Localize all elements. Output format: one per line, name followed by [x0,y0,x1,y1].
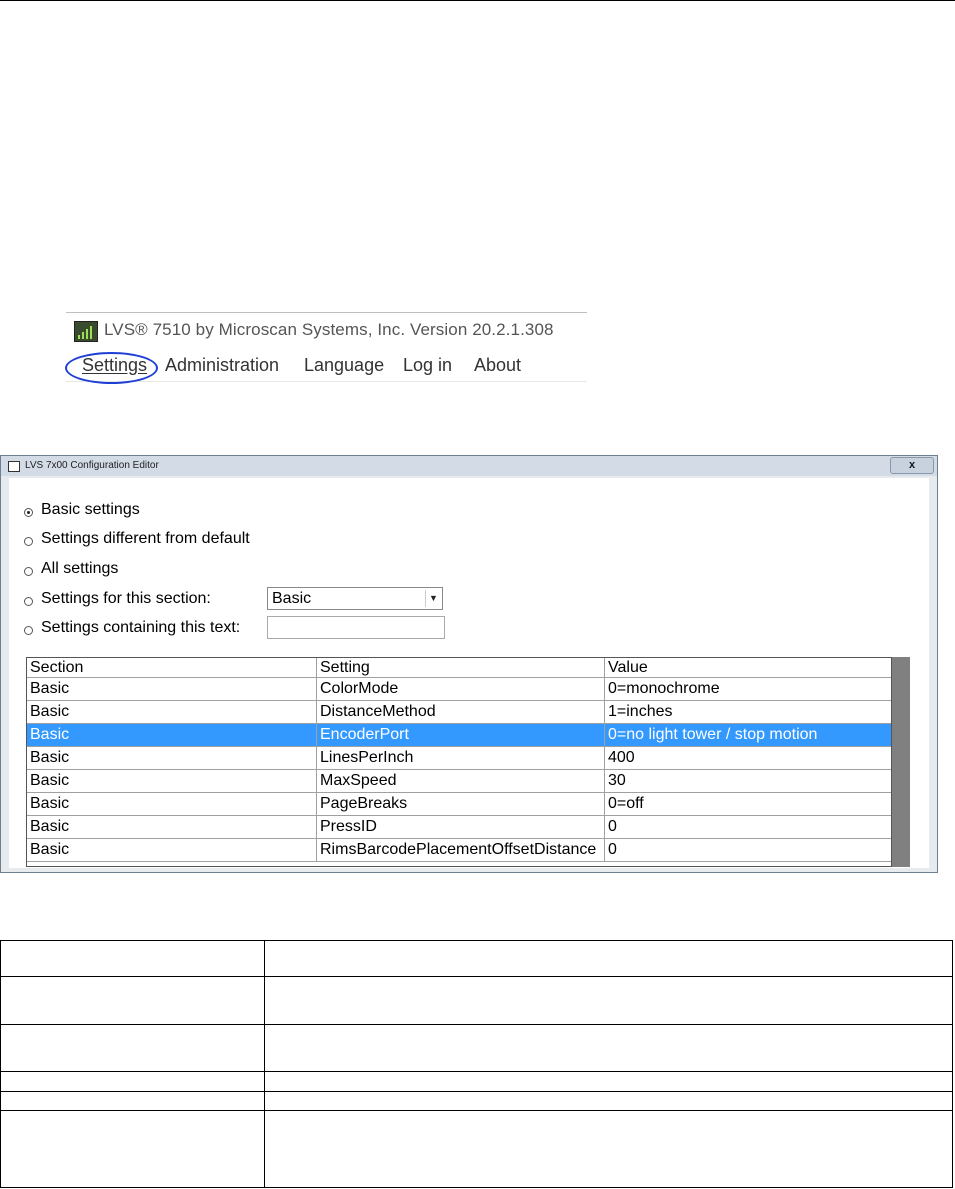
menu-item-log-in[interactable]: Log in [403,355,452,376]
cell-section: Basic [27,724,317,746]
cell-setting: RimsBarcodePlacementOffsetDistance [317,839,605,861]
cell-section: Basic [27,839,317,861]
table-row[interactable]: Basic DistanceMethod 1=inches [27,701,891,724]
grid-header-row: Section Setting Value [27,658,891,678]
cell-value: 0=off [608,795,644,812]
radio-button-icon [24,537,33,546]
radio-button-icon [24,597,33,606]
document-table-row [1,1092,952,1111]
cell-value: 30 [608,772,626,789]
table-row-selected[interactable]: Basic EncoderPort 0=no light tower / sto… [27,724,891,747]
menu-item-language[interactable]: Language [304,355,384,376]
document-table-row [1,977,952,1025]
cell-section: Basic [27,770,317,792]
menu-item-administration[interactable]: Administration [165,355,279,376]
radio-label: Settings containing this text: [41,619,241,636]
cell-section: Basic [27,747,317,769]
radio-label: Basic settings [41,501,140,518]
document-table-row [1,1072,952,1092]
cell-setting: EncoderPort [317,724,605,746]
table-row[interactable]: Basic PressID 0 [27,816,891,839]
radio-button-icon [24,567,33,576]
table-row[interactable]: Basic RimsBarcodePlacementOffsetDistance… [27,839,891,862]
document-table-column-divider [264,941,265,1187]
close-button[interactable]: x [890,457,934,474]
table-row[interactable]: Basic LinesPerInch 400 [27,747,891,770]
cell-setting: LinesPerInch [317,747,605,769]
cell-value: 0=monochrome [608,680,720,697]
radio-button-icon [24,626,33,635]
cell-value: 1=inches [608,703,673,720]
window-icon [8,461,20,472]
settings-grid: Section Setting Value Basic ColorMode 0=… [26,657,910,867]
radio-label: All settings [41,560,119,577]
cell-section: Basic [27,816,317,838]
table-row[interactable]: Basic ColorMode 0=monochrome [27,678,891,701]
document-table [0,940,953,1188]
cell-setting: ColorMode [317,678,605,700]
cell-setting: PressID [317,816,605,838]
window-title: LVS 7x00 Configuration Editor [25,460,159,471]
cell-setting: MaxSpeed [317,770,605,792]
cell-setting: PageBreaks [317,793,605,815]
section-select-value: Basic [272,590,312,607]
settings-grid-body: Section Setting Value Basic ColorMode 0=… [26,657,892,867]
header-value[interactable]: Value [605,658,891,677]
header-section[interactable]: Section [27,658,317,677]
cell-value: 400 [608,749,635,766]
snippet-divider [66,312,587,313]
section-select[interactable]: Basic ▼ [267,587,443,610]
app-title: LVS® 7510 by Microscan Systems, Inc. Ver… [104,320,554,339]
menu-bar: Settings Administration Language Log in … [65,352,587,384]
settings-highlight-ellipse [65,352,158,384]
table-row[interactable]: Basic MaxSpeed 30 [27,770,891,793]
cell-section: Basic [27,678,317,700]
cell-value: 0 [608,841,617,858]
document-table-row [1,941,952,977]
app-menu-snippet: LVS® 7510 by Microscan Systems, Inc. Ver… [65,312,587,384]
search-text-input[interactable] [267,616,445,639]
header-setting[interactable]: Setting [317,658,605,677]
cell-value: 0=no light tower / stop motion [608,726,818,743]
cell-value: 0 [608,818,617,835]
radio-button-icon [24,508,33,517]
config-editor-window: LVS 7x00 Configuration Editor x Basic se… [0,455,938,873]
document-table-row [1,1025,952,1072]
page-top-rule [0,0,955,1]
cell-section: Basic [27,701,317,723]
radio-label: Settings different from default [41,530,250,547]
chevron-down-icon[interactable]: ▼ [425,590,441,607]
radio-label: Settings for this section: [41,590,211,607]
table-row[interactable]: Basic PageBreaks 0=off [27,793,891,816]
cell-setting: DistanceMethod [317,701,605,723]
title-bar: LVS 7x00 Configuration Editor x [1,456,937,476]
client-area: Basic settings Settings different from d… [9,478,929,868]
menu-item-about[interactable]: About [474,355,521,376]
lvs-app-icon [74,321,98,342]
cell-section: Basic [27,793,317,815]
